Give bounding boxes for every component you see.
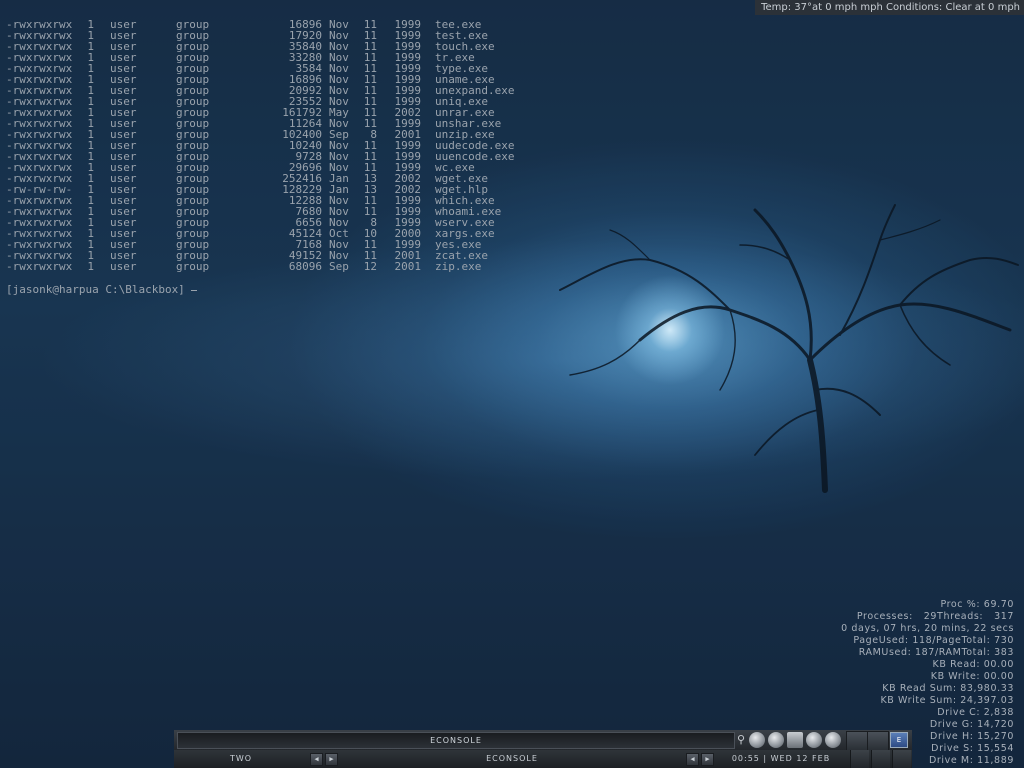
prompt-text: [jasonk@harpua C:\Blackbox] xyxy=(6,283,185,296)
brush-icon[interactable] xyxy=(825,732,841,748)
prev-task-button[interactable]: ◀ xyxy=(686,753,699,766)
sysmon-line: KB Read: 00.00 xyxy=(932,659,1014,670)
sysmon-line: Proc %: 69.70 xyxy=(940,599,1014,610)
system-tray: ⚲ xyxy=(736,732,841,748)
task-label[interactable]: ECONSOLE xyxy=(340,752,684,766)
file-month: Sep xyxy=(329,260,349,273)
toolbar-top-row: ECONSOLE ⚲ E xyxy=(174,730,912,751)
next-workspace-button[interactable]: ▶ xyxy=(325,753,338,766)
globe-icon[interactable] xyxy=(806,732,822,748)
sysmon-line: KB Read Sum: 83,980.33 xyxy=(882,683,1014,694)
sysmon-line: KB Write: 00.00 xyxy=(930,671,1014,682)
toolbar-button[interactable] xyxy=(846,731,868,751)
sysmon-line: RAMUsed: 187/RAMTotal: 383 xyxy=(858,647,1014,658)
file-links: 1 xyxy=(87,260,94,273)
monitor-icon[interactable] xyxy=(787,732,803,748)
tree-wallpaper-art xyxy=(559,204,1019,493)
file-group: group xyxy=(176,260,210,273)
toolbar: ECONSOLE ⚲ E TWO ◀ ▶ ECONSOLE ◀ ▶ 00:55 … xyxy=(174,730,912,768)
file-size: 68096 xyxy=(288,260,322,273)
pin-icon[interactable]: ⚲ xyxy=(736,732,746,748)
file-year: 2001 xyxy=(394,260,422,273)
file-row: -rwxrwxrwx 1 user group 68096 Sep 12 2001 zip.ex… xyxy=(6,261,514,272)
prev-workspace-button[interactable]: ◀ xyxy=(310,753,323,766)
sysmon-line: Processes: 29Threads: 317 xyxy=(856,611,1014,622)
workspace-label[interactable]: TWO xyxy=(174,752,308,766)
sysmon-line: 0 days, 07 hrs, 20 mins, 22 secs xyxy=(841,623,1014,634)
sysmon-line: KB Write Sum: 24,397.03 xyxy=(880,695,1014,706)
toolbar-bottom-row: TWO ◀ ▶ ECONSOLE ◀ ▶ 00:55 | WED 12 FEB xyxy=(174,750,912,768)
shell-prompt[interactable]: [jasonk@harpua C:\Blackbox] xyxy=(6,284,514,295)
weather-status: Temp: 37°at 0 mph mph Conditions: Clear … xyxy=(755,0,1024,15)
clock: 00:55 | WED 12 FEB xyxy=(731,754,831,763)
sysmon-line: Drive C: 2,838 xyxy=(937,707,1014,718)
next-task-button[interactable]: ▶ xyxy=(701,753,714,766)
window-title-field[interactable]: ECONSOLE xyxy=(177,732,735,749)
toolbar-button[interactable] xyxy=(871,750,890,768)
sysmon-line: PageUsed: 118/PageTotal: 730 xyxy=(853,635,1014,646)
toolbar-button[interactable] xyxy=(850,750,869,768)
workspace-icon[interactable]: E xyxy=(890,732,908,748)
file-name: zip.exe xyxy=(435,260,482,273)
terminal-output[interactable]: -rwxrwxrwx 1 user group 16896 Nov 11 1999 tee.ex… xyxy=(6,19,514,295)
file-day: 12 xyxy=(363,260,377,273)
swirl-icon[interactable] xyxy=(768,732,784,748)
ls-listing: -rwxrwxrwx 1 user group 16896 Nov 11 1999 tee.ex… xyxy=(6,19,514,272)
toolbar-button[interactable] xyxy=(867,731,889,751)
file-perm: -rwxrwxrwx xyxy=(6,260,73,273)
c-icon[interactable] xyxy=(749,732,765,748)
text-cursor xyxy=(190,290,197,291)
toolbar-button[interactable] xyxy=(892,750,911,768)
file-user: user xyxy=(110,260,137,273)
